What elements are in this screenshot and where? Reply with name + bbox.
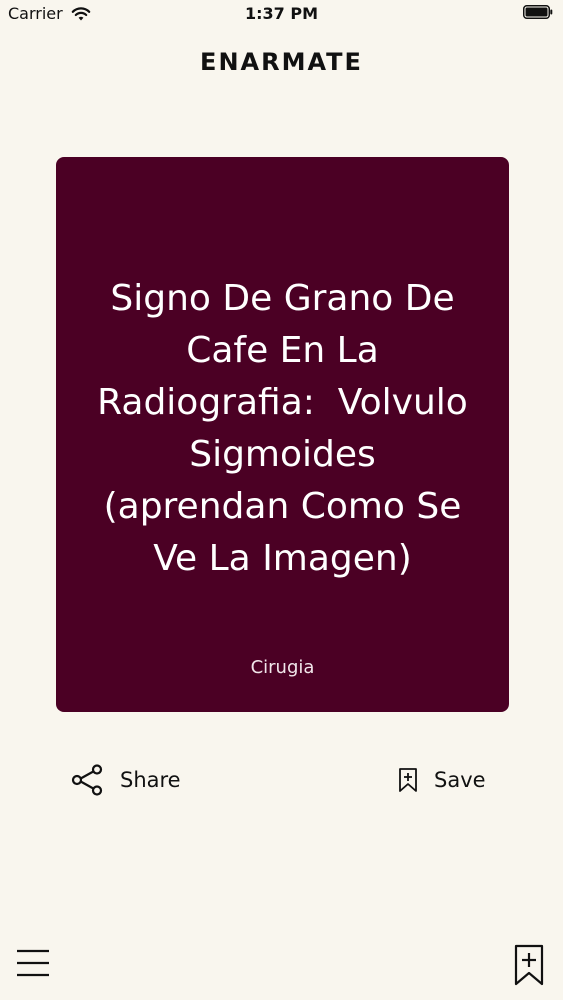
article-card[interactable]: Signo De Grano De Cafe En La Radiografia… [56,157,509,712]
status-time: 1:37 PM [244,4,318,23]
status-bar: Carrier 1:37 PM [0,0,563,30]
app-title: ENARMATE [200,48,363,76]
save-label: Save [434,768,486,792]
save-button[interactable]: Save [398,760,486,800]
bookmarks-icon[interactable] [514,944,544,986]
share-label: Share [120,768,181,792]
share-icon [71,764,103,796]
bookmark-add-icon [399,768,417,792]
card-category: Cirugia [250,657,315,678]
card-title: Signo De Grano De Cafe En La Radiografia… [97,278,468,579]
hamburger-menu-icon[interactable] [16,946,50,980]
share-button[interactable]: Share [70,760,181,800]
battery-icon [523,5,553,19]
